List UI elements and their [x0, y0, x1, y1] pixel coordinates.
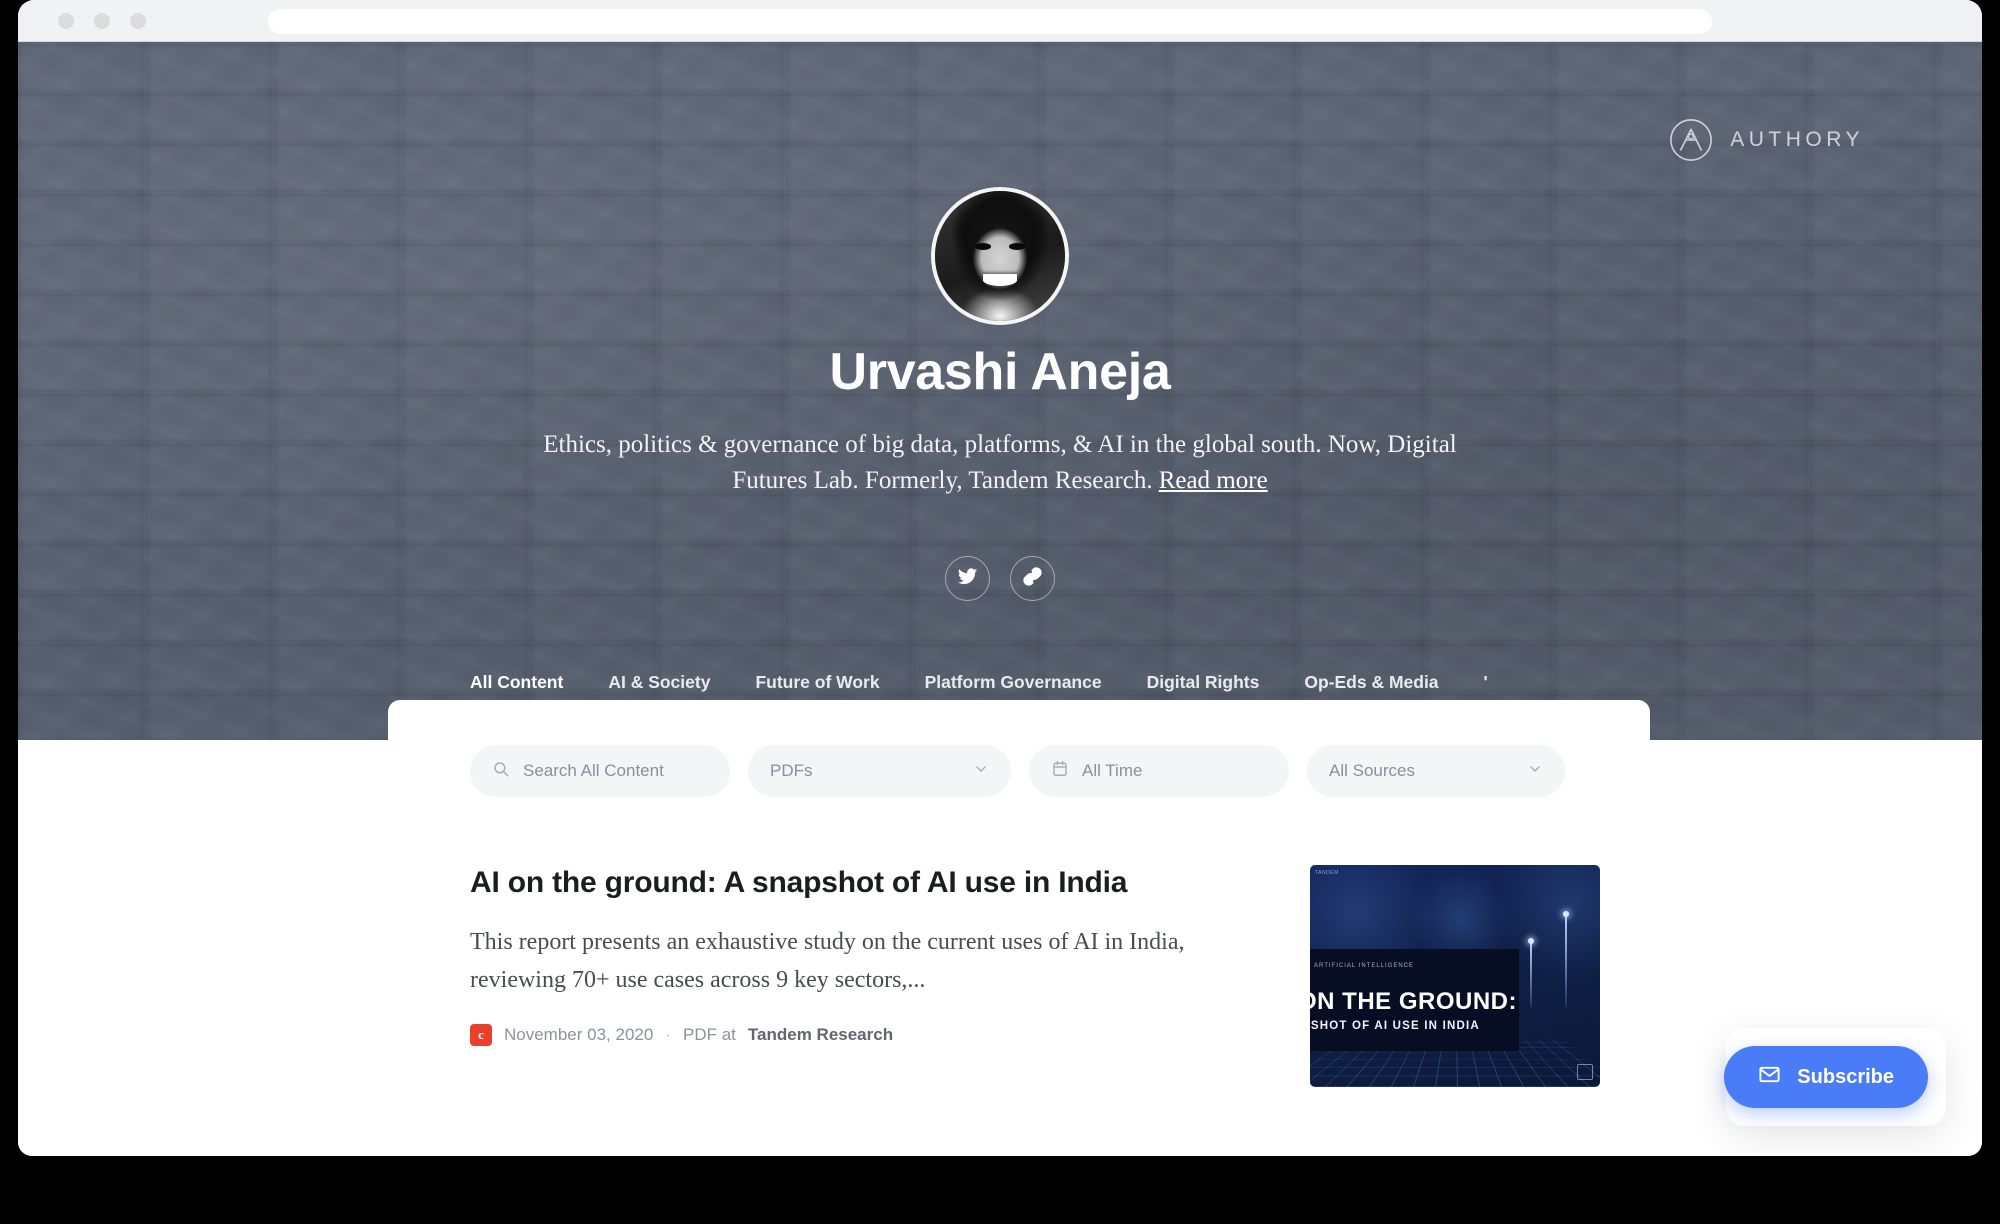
thumbnail-bar-decoration [1528, 937, 1535, 1008]
thumbnail-heading: ON THE GROUND: [1310, 988, 1517, 1016]
subscribe-button[interactable]: Subscribe [1724, 1046, 1928, 1108]
article-text-block: AI on the ground: A snapshot of AI use i… [470, 865, 1230, 1046]
thumbnail-subheading: PSHOT OF AI USE IN INDIA [1310, 1020, 1480, 1033]
read-more-link[interactable]: Read more [1159, 467, 1268, 494]
meta-separator: · [665, 1024, 671, 1044]
thumbnail-kicker: ARTIFICIAL INTELLIGENCE [1314, 962, 1415, 969]
profile-hero: AUTHORY Urvashi Aneja Ethics, politics &… [18, 42, 1982, 742]
article-list-item[interactable]: AI on the ground: A snapshot of AI use i… [470, 865, 1600, 1087]
search-input[interactable]: Search All Content [470, 745, 730, 797]
thumbnail-bar-decoration [1563, 910, 1570, 1008]
minimize-button-icon[interactable] [94, 12, 110, 29]
sources-value: All Sources [1329, 761, 1415, 780]
address-bar[interactable] [268, 9, 1712, 34]
article-description: This report presents an exhaustive study… [470, 929, 1185, 994]
content-type-value: PDFs [770, 761, 813, 780]
avatar-photo [935, 191, 1065, 321]
authory-logo[interactable]: AUTHORY [1668, 117, 1864, 163]
social-links [18, 556, 1982, 601]
article-meta: c November 03, 2020 · PDF at Tandem Rese… [470, 1023, 1230, 1046]
content-type-dropdown[interactable]: PDFs [748, 745, 1011, 797]
envelope-icon [1758, 1063, 1781, 1092]
authory-wordmark: AUTHORY [1730, 128, 1864, 151]
time-range-dropdown[interactable]: All Time [1029, 745, 1289, 797]
browser-chrome [18, 0, 1982, 42]
article-date: November 03, 2020 [504, 1024, 654, 1044]
twitter-icon [957, 566, 978, 592]
social-link-website[interactable] [1010, 556, 1055, 601]
authory-compass-a-icon [1668, 117, 1714, 163]
time-range-value: All Time [1082, 761, 1143, 780]
social-link-twitter[interactable] [945, 556, 990, 601]
chevron-down-icon [1527, 761, 1543, 782]
article-source[interactable]: Tandem Research [748, 1025, 893, 1045]
article-type-prefix: PDF at [683, 1024, 736, 1044]
avatar-detail [983, 274, 1017, 286]
avatar [931, 187, 1069, 325]
browser-window: AUTHORY Urvashi Aneja Ethics, politics &… [18, 0, 1982, 1156]
thumbnail-top-left-text: TANDEM [1315, 870, 1339, 876]
sources-dropdown[interactable]: All Sources [1307, 745, 1565, 797]
source-favicon-icon: c [470, 1023, 492, 1046]
filter-bar: Search All Content PDFs All Time All Sou… [470, 745, 1565, 797]
profile-bio: Ethics, politics & governance of big dat… [515, 427, 1485, 498]
search-placeholder: Search All Content [523, 761, 664, 780]
article-thumbnail[interactable]: TANDEM ARTIFICIAL INTELLIGENCE ON THE GR… [1310, 865, 1600, 1087]
close-button-icon[interactable] [58, 12, 74, 29]
link-icon [1022, 566, 1043, 592]
thumbnail-logo-badge-icon [1577, 1064, 1593, 1080]
article-title[interactable]: AI on the ground: A snapshot of AI use i… [470, 865, 1230, 901]
calendar-icon [1051, 759, 1069, 783]
maximize-button-icon[interactable] [130, 12, 146, 29]
search-icon [492, 760, 510, 783]
tab-overflow-fragment[interactable]: ' [1484, 672, 1488, 693]
window-traffic-lights[interactable] [58, 12, 146, 29]
chevron-down-icon [973, 761, 989, 782]
profile-bio-text: Ethics, politics & governance of big dat… [543, 431, 1457, 494]
page-title: Urvashi Aneja [829, 343, 1171, 401]
subscribe-label: Subscribe [1797, 1065, 1894, 1088]
